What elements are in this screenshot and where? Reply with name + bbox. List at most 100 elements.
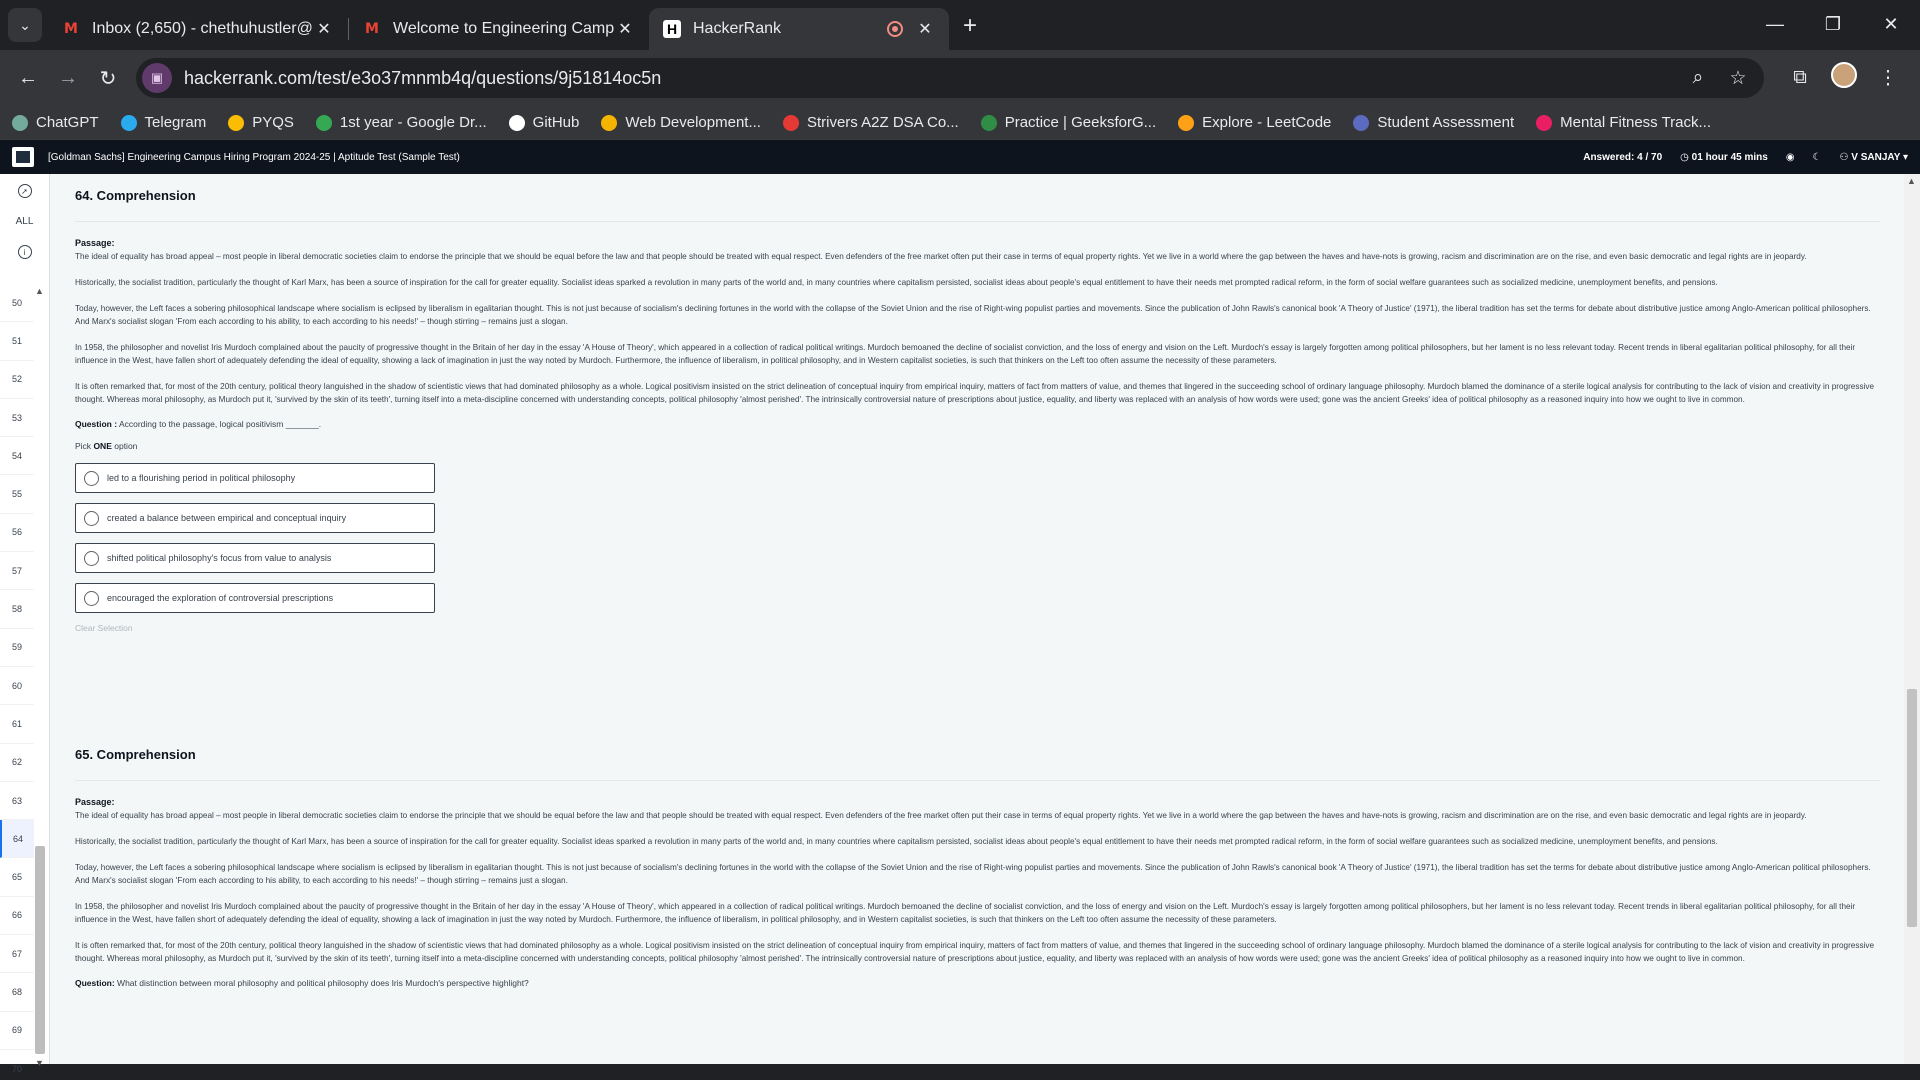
answer-option[interactable]: encouraged the exploration of controvers…	[75, 583, 435, 613]
question-number-59[interactable]: 59	[0, 629, 34, 667]
page-scrollbar[interactable]: ▲	[1904, 174, 1920, 1064]
question-number-56[interactable]: 56	[0, 514, 34, 553]
question-number-68[interactable]: 68	[0, 973, 34, 1012]
bookmark-item[interactable]: Strivers A2Z DSA Co...	[782, 114, 959, 131]
bookmark-item[interactable]: GitHub	[508, 114, 579, 131]
eye-icon[interactable]: ◉	[1786, 152, 1795, 163]
question-number-66[interactable]: 66	[0, 897, 34, 936]
restore-icon[interactable]: ❐	[1804, 0, 1862, 48]
star-icon[interactable]: ☆	[1718, 67, 1758, 90]
pick-instruction: Pick ONE option	[75, 441, 1880, 451]
question-number-64[interactable]: 64	[0, 820, 34, 859]
sidebar-tools: ➚ ALL i	[0, 174, 49, 284]
tab-hackerrank[interactable]: H HackerRank ✕	[649, 8, 949, 50]
question-number-62[interactable]: 62	[0, 744, 34, 782]
info-icon[interactable]: i	[17, 245, 32, 259]
bookmark-item[interactable]: PYQS	[228, 114, 294, 131]
scroll-down-icon[interactable]: ▼	[35, 1058, 44, 1068]
moon-icon[interactable]: ☾	[1813, 152, 1822, 163]
tab-search-button[interactable]: ⌄	[8, 8, 42, 42]
question-number-67[interactable]: 67	[0, 935, 34, 974]
question-number-65[interactable]: 65	[0, 858, 34, 897]
url-text[interactable]: hackerrank.com/test/e3o37mnmb4q/question…	[184, 68, 1678, 89]
radio-button[interactable]	[84, 550, 99, 566]
question-number-61[interactable]: 61	[0, 705, 34, 744]
question-number-55[interactable]: 55	[0, 475, 34, 514]
question-number-50[interactable]: 50	[0, 284, 34, 323]
minimize-icon[interactable]: —	[1746, 0, 1804, 48]
site-info-icon[interactable]: ▣	[142, 63, 172, 93]
sidebar-scrollbar[interactable]: ▲ ▼	[35, 284, 45, 1068]
clear-selection-link[interactable]: Clear Selection	[75, 623, 1880, 633]
tab-title: HackerRank	[693, 20, 782, 37]
question-number-70[interactable]: 70	[0, 1050, 34, 1080]
option-label: led to a flourishing period in political…	[107, 473, 296, 483]
compass-icon[interactable]: ➚	[17, 184, 32, 198]
pick-count: ONE	[93, 441, 112, 451]
forward-icon[interactable]: →	[50, 60, 86, 96]
question-number-60[interactable]: 60	[0, 667, 34, 706]
tab-gmail-welcome[interactable]: M Welcome to Engineering Camp ✕	[349, 8, 649, 50]
bookmark-item[interactable]: Telegram	[120, 114, 206, 131]
timer-value: 01 hour 45 mins	[1691, 151, 1768, 163]
close-icon[interactable]: ✕	[915, 19, 935, 39]
back-icon[interactable]: ←	[10, 60, 46, 96]
question-number-57[interactable]: 57	[0, 552, 34, 591]
radio-button[interactable]	[84, 470, 99, 486]
question-title: 65. Comprehension	[75, 739, 1880, 781]
profile-avatar[interactable]	[1822, 62, 1866, 94]
tab-gmail-inbox[interactable]: M Inbox (2,650) - chethuhustler@ ✕	[48, 8, 348, 50]
menu-icon[interactable]: ⋮	[1866, 67, 1910, 90]
bookmark-icon	[782, 114, 799, 131]
bookmark-icon	[601, 114, 618, 131]
bookmark-icon	[315, 114, 332, 131]
toolbar-actions: ⧉ ⋮	[1778, 62, 1910, 94]
sidebar-scroll-thumb[interactable]	[35, 846, 45, 1054]
question-number-54[interactable]: 54	[0, 437, 34, 476]
question-number-53[interactable]: 53	[0, 399, 34, 438]
all-questions-button[interactable]: ALL	[16, 216, 34, 227]
close-icon[interactable]: ✕	[615, 19, 635, 39]
close-window-icon[interactable]: ✕	[1862, 0, 1920, 48]
question-number-52[interactable]: 52	[0, 361, 34, 399]
bookmark-item[interactable]: Practice | GeeksforG...	[980, 114, 1156, 131]
user-menu[interactable]: ⚇ V SANJAY ▾	[1840, 152, 1908, 163]
passage-paragraph: In 1958, the philosopher and novelist Ir…	[75, 902, 1856, 924]
bookmark-label: PYQS	[252, 114, 294, 131]
radio-button[interactable]	[84, 590, 99, 606]
tab-title: Welcome to Engineering Camp	[393, 20, 615, 37]
bookmark-label: Student Assessment	[1377, 114, 1515, 131]
bookmark-item[interactable]: Mental Fitness Track...	[1536, 114, 1711, 131]
bookmark-item[interactable]: Student Assessment	[1353, 114, 1514, 131]
gmail-icon: M	[365, 21, 379, 37]
question-prompt: Question : According to the passage, log…	[75, 419, 1880, 429]
bookmark-item[interactable]: Web Development...	[601, 114, 761, 131]
reload-icon[interactable]: ↻	[90, 60, 126, 96]
question-number-51[interactable]: 51	[0, 322, 34, 361]
user-name: V SANJAY	[1851, 151, 1901, 163]
bookmark-item[interactable]: ChatGPT	[12, 114, 99, 131]
extensions-icon[interactable]: ⧉	[1778, 67, 1822, 89]
scroll-up-icon[interactable]: ▲	[35, 286, 44, 296]
passage-paragraph: Today, however, the Left faces a soberin…	[75, 304, 1871, 326]
option-label: shifted political philosophy's focus fro…	[107, 553, 332, 563]
passage-paragraph: The ideal of equality has broad appeal –…	[75, 811, 1807, 820]
passage-paragraph: Historically, the socialist tradition, p…	[75, 837, 1718, 846]
new-tab-button[interactable]: +	[963, 12, 977, 40]
page-scroll-thumb[interactable]	[1907, 689, 1917, 927]
address-bar[interactable]: ▣ hackerrank.com/test/e3o37mnmb4q/questi…	[136, 58, 1764, 98]
answer-option[interactable]: shifted political philosophy's focus fro…	[75, 543, 435, 573]
option-label: created a balance between empirical and …	[107, 513, 347, 523]
zoom-icon[interactable]: ⌕	[1678, 67, 1718, 89]
question-number-69[interactable]: 69	[0, 1012, 34, 1050]
close-icon[interactable]: ✕	[314, 19, 334, 39]
bookmark-item[interactable]: 1st year - Google Dr...	[315, 114, 487, 131]
answer-option[interactable]: created a balance between empirical and …	[75, 503, 435, 533]
bookmark-item[interactable]: Explore - LeetCode	[1178, 114, 1331, 131]
radio-button[interactable]	[84, 510, 99, 526]
answer-option[interactable]: led to a flourishing period in political…	[75, 463, 435, 493]
bookmark-label: ChatGPT	[36, 114, 99, 131]
scroll-up-icon[interactable]: ▲	[1907, 176, 1916, 186]
question-number-63[interactable]: 63	[0, 782, 34, 821]
question-number-58[interactable]: 58	[0, 590, 34, 629]
